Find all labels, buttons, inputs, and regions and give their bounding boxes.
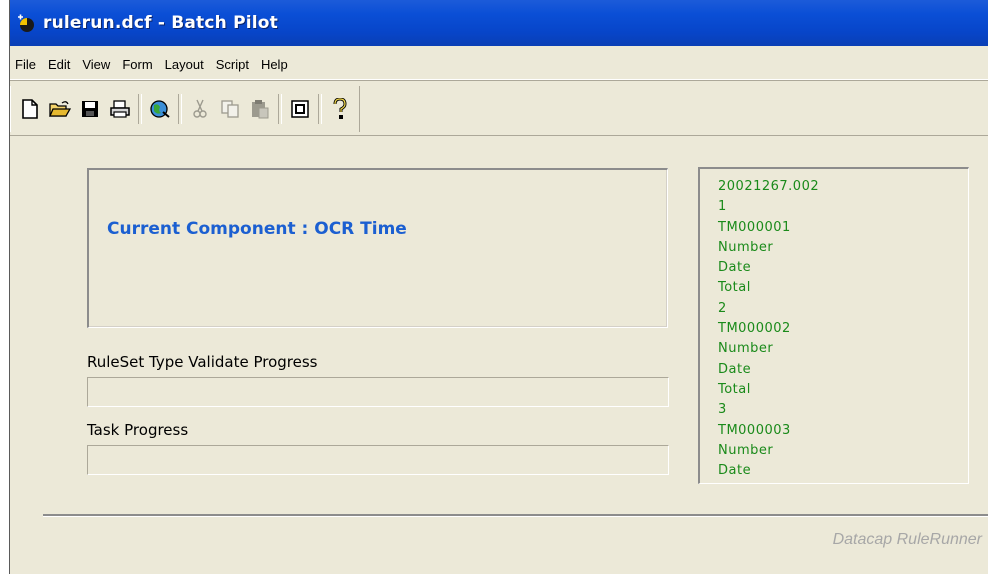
menu-help[interactable]: Help bbox=[256, 57, 295, 72]
menu-script[interactable]: Script bbox=[211, 57, 256, 72]
window-title: rulerun.dcf - Batch Pilot bbox=[43, 13, 278, 33]
globe-icon[interactable] bbox=[147, 96, 173, 122]
log-item: TM000001 bbox=[718, 219, 791, 235]
toolbar-separator bbox=[138, 94, 142, 124]
print-icon[interactable] bbox=[107, 96, 133, 122]
log-item: 2 bbox=[718, 300, 727, 316]
menu-view[interactable]: View bbox=[77, 57, 117, 72]
log-item: Date bbox=[718, 361, 752, 377]
paste-icon[interactable] bbox=[247, 96, 273, 122]
copy-icon[interactable] bbox=[217, 96, 243, 122]
main-content: Current Component : OCR Time RuleSet Typ… bbox=[10, 137, 988, 574]
toolbar bbox=[10, 83, 988, 136]
window-icon[interactable] bbox=[287, 96, 313, 122]
app-window: rulerun.dcf - Batch Pilot File Edit View… bbox=[9, 0, 988, 574]
log-item: TM000002 bbox=[718, 321, 791, 337]
ruleset-progress-label: RuleSet Type Validate Progress bbox=[87, 353, 318, 371]
current-component-label: Current Component : OCR Time bbox=[107, 219, 407, 239]
new-document-icon[interactable] bbox=[17, 96, 43, 122]
log-item: Number bbox=[718, 239, 774, 255]
log-item: Number bbox=[718, 341, 774, 357]
menu-form[interactable]: Form bbox=[117, 57, 159, 72]
current-component-panel: Current Component : OCR Time bbox=[87, 168, 668, 328]
log-item: 20021267.002 bbox=[718, 179, 820, 194]
log-list: 20021267.002 1 TM000001 Number Date Total 2 TM0… bbox=[700, 169, 968, 481]
log-list-box[interactable]: 20021267.002 1 TM000001 Number Date Total 2 TM0… bbox=[698, 167, 969, 484]
menu-bar: File Edit View Form Layout Script Help bbox=[10, 49, 988, 80]
footer-divider bbox=[43, 514, 988, 517]
save-disk-icon[interactable] bbox=[77, 96, 103, 122]
toolbar-separator bbox=[278, 94, 282, 124]
log-item: 1 bbox=[718, 199, 727, 215]
menu-file[interactable]: File bbox=[10, 57, 43, 72]
brand-label: Datacap RuleRunner bbox=[832, 531, 982, 548]
log-item: Date bbox=[718, 463, 752, 479]
toolbar-separator bbox=[318, 94, 322, 124]
app-icon bbox=[15, 12, 37, 34]
open-folder-icon[interactable] bbox=[47, 96, 73, 122]
cut-icon[interactable] bbox=[187, 96, 213, 122]
log-item: Total bbox=[718, 280, 751, 296]
log-item: TM000003 bbox=[718, 422, 791, 438]
ruleset-progress-bar bbox=[87, 377, 669, 407]
help-icon[interactable] bbox=[327, 96, 353, 122]
log-item: Number bbox=[718, 442, 774, 458]
task-progress-bar bbox=[87, 445, 669, 475]
toolbar-separator bbox=[178, 94, 182, 124]
log-item: 3 bbox=[718, 402, 727, 418]
task-progress-label: Task Progress bbox=[87, 421, 189, 439]
log-item: Date bbox=[718, 260, 752, 276]
toolbar-group bbox=[10, 86, 360, 132]
menu-layout[interactable]: Layout bbox=[160, 57, 211, 72]
menu-edit[interactable]: Edit bbox=[43, 57, 77, 72]
panel-inner bbox=[89, 170, 667, 327]
title-bar[interactable]: rulerun.dcf - Batch Pilot bbox=[10, 0, 988, 46]
log-item: Total bbox=[718, 381, 751, 397]
